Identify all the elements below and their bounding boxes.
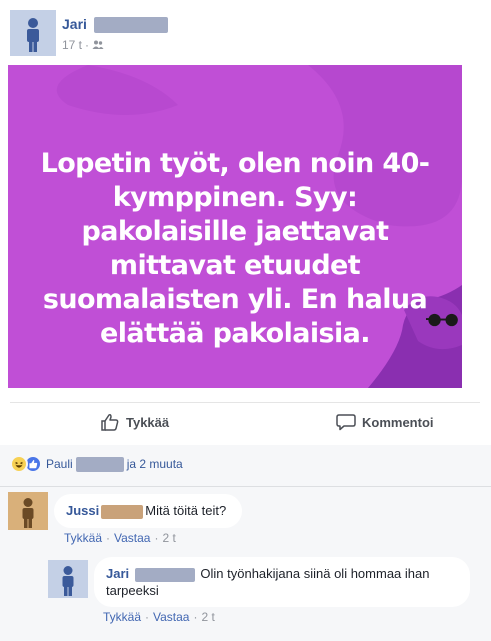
- person-silhouette-icon: [8, 492, 48, 530]
- reaction-names[interactable]: Pauli ja 2 muuta: [46, 456, 183, 472]
- haha-reaction-icon: [10, 455, 28, 473]
- comment-like-link[interactable]: Tykkää: [64, 531, 102, 545]
- replier-first-name[interactable]: Jari: [106, 566, 129, 581]
- dot-separator: ·: [106, 531, 111, 545]
- redacted-last-name: [93, 17, 168, 34]
- comment-bubble-icon: [336, 414, 356, 431]
- reactor-first-name[interactable]: Pauli: [46, 457, 73, 471]
- post-action-bar: Tykkää Kommentoi: [10, 402, 480, 444]
- comment-item: Jussi Mitä töitä teit? Tykkää · Vastaa · …: [8, 492, 478, 552]
- reply-reply-link[interactable]: Vastaa: [153, 610, 189, 624]
- comment-button[interactable]: Kommentoi: [336, 413, 434, 431]
- like-button[interactable]: Tykkää: [100, 413, 169, 431]
- dot-separator: ·: [154, 531, 159, 545]
- post-header: Jari 17 t ·: [10, 10, 480, 58]
- person-silhouette-icon: [10, 10, 56, 56]
- redacted-replier-last-name: [134, 567, 195, 582]
- reactions-summary[interactable]: Pauli ja 2 muuta: [10, 452, 183, 476]
- comment-reply-link[interactable]: Vastaa: [114, 531, 150, 545]
- post-meta: 17 t ·: [62, 38, 104, 52]
- dot-separator: ·: [145, 610, 150, 624]
- author-name[interactable]: Jari: [62, 16, 168, 34]
- author-avatar[interactable]: [10, 10, 56, 56]
- reply-like-link[interactable]: Tykkää: [103, 610, 141, 624]
- reaction-icons: [10, 455, 42, 473]
- like-button-label: Tykkää: [126, 414, 170, 430]
- post-image[interactable]: Lopetin työt, olen noin 40-kymppinen. Sy…: [8, 65, 462, 388]
- replier-avatar[interactable]: [48, 560, 88, 598]
- comment-bubble: Jussi Mitä töitä teit?: [54, 494, 242, 528]
- meta-separator: ·: [85, 38, 90, 52]
- friends-icon[interactable]: [92, 40, 104, 50]
- reply-timestamp[interactable]: 2 t: [201, 610, 214, 624]
- thumbs-up-icon: [101, 414, 119, 431]
- redacted-reactor-last-name: [75, 456, 124, 472]
- comment-actions: Tykkää · Vastaa · 2 t: [64, 531, 176, 545]
- comment-button-label: Kommentoi: [362, 414, 434, 430]
- dot-separator: ·: [193, 610, 198, 624]
- post-card: Jari 17 t · Lopetin työt, olen noin 40-k…: [0, 0, 491, 445]
- comment-timestamp[interactable]: 2 t: [162, 531, 175, 545]
- redacted-commenter-last-name: [101, 504, 144, 519]
- commenter-first-name[interactable]: Jussi: [66, 503, 99, 518]
- post-timestamp[interactable]: 17 t: [62, 38, 82, 52]
- reply-item: Jari Olin työnhakijana siinä oli hommaa …: [48, 557, 478, 632]
- image-caption-text: Lopetin työt, olen noin 40-kymppinen. Sy…: [40, 148, 430, 349]
- commenter-avatar[interactable]: [8, 492, 48, 530]
- person-silhouette-icon: [48, 560, 88, 598]
- reply-bubble: Jari Olin työnhakijana siinä oli hommaa …: [94, 557, 470, 607]
- reactions-others-text[interactable]: ja 2 muuta: [127, 457, 183, 471]
- comments-divider: [0, 486, 491, 487]
- comment-text: Mitä töitä teit?: [145, 503, 227, 518]
- author-first-name[interactable]: Jari: [62, 16, 87, 32]
- reply-actions: Tykkää · Vastaa · 2 t: [103, 610, 215, 624]
